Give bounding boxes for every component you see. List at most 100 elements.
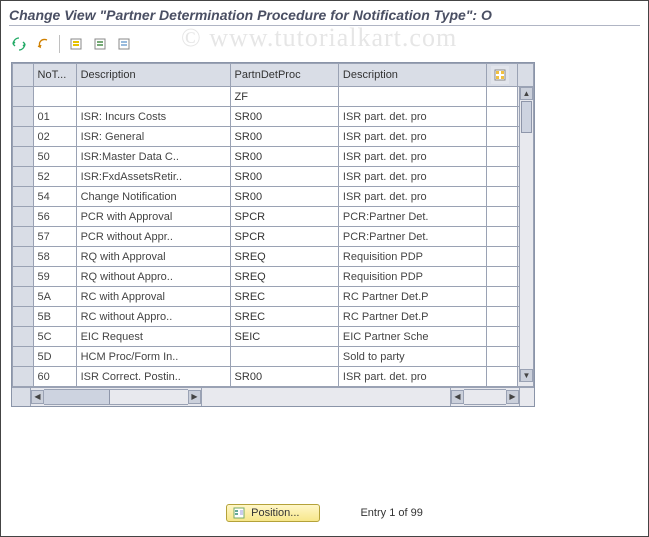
row-selector-header[interactable] bbox=[13, 64, 34, 87]
cell-desc1: RC with Approval bbox=[76, 287, 230, 307]
cell-nottype: 57 bbox=[33, 227, 76, 247]
cell-pdp[interactable]: SREC bbox=[230, 287, 338, 307]
cell-nottype: 50 bbox=[33, 147, 76, 167]
vscroll-thumb[interactable] bbox=[521, 101, 532, 133]
row-selector[interactable] bbox=[13, 327, 34, 347]
col-header-pdp[interactable]: PartnDetProc bbox=[230, 64, 338, 87]
row-selector[interactable] bbox=[13, 347, 34, 367]
row-selector[interactable] bbox=[13, 87, 34, 107]
cell-empty-cfg bbox=[487, 87, 518, 107]
row-selector[interactable] bbox=[13, 307, 34, 327]
cell-desc1: Change Notification bbox=[76, 187, 230, 207]
table-row[interactable]: 56PCR with ApprovalSPCRPCR:Partner Det. bbox=[13, 207, 534, 227]
cell-desc2: ISR part. det. pro bbox=[338, 367, 486, 387]
cell-pdp[interactable]: SREQ bbox=[230, 267, 338, 287]
table-row[interactable]: 57PCR without Appr..SPCRPCR:Partner Det. bbox=[13, 227, 534, 247]
table-row[interactable]: 5CEIC RequestSEICEIC Partner Sche bbox=[13, 327, 534, 347]
select-all-icon[interactable] bbox=[66, 34, 86, 54]
cell-nottype: 52 bbox=[33, 167, 76, 187]
hscroll-right-arrow-r[interactable]: ▶ bbox=[506, 390, 519, 404]
vertical-scrollbar[interactable]: ▲ ▼ bbox=[519, 87, 533, 382]
cell-empty-cfg bbox=[487, 127, 518, 147]
cell-pdp[interactable]: SR00 bbox=[230, 147, 338, 167]
table-row[interactable]: 58RQ with ApprovalSREQRequisition PDP bbox=[13, 247, 534, 267]
cell-empty-cfg bbox=[487, 267, 518, 287]
col-header-nottype[interactable]: NoT... bbox=[33, 64, 76, 87]
cell-pdp[interactable]: SREC bbox=[230, 307, 338, 327]
hscroll-left-track[interactable] bbox=[44, 389, 188, 405]
row-selector[interactable] bbox=[13, 247, 34, 267]
cell-nottype: 5A bbox=[33, 287, 76, 307]
cell-pdp[interactable]: SPCR bbox=[230, 207, 338, 227]
cell-desc1: RQ without Appro.. bbox=[76, 267, 230, 287]
row-selector[interactable] bbox=[13, 167, 34, 187]
cell-pdp[interactable]: SR00 bbox=[230, 107, 338, 127]
hscroll-left[interactable]: ◀ ▶ bbox=[31, 388, 202, 406]
hscroll-vsb-gap bbox=[520, 388, 534, 406]
deselect-all-icon[interactable] bbox=[114, 34, 134, 54]
hscroll-left-arrow-r[interactable]: ▶ bbox=[188, 390, 201, 404]
table-row[interactable]: 5ARC with ApprovalSRECRC Partner Det.P bbox=[13, 287, 534, 307]
cell-desc2: PCR:Partner Det. bbox=[338, 227, 486, 247]
save-icon[interactable] bbox=[90, 34, 110, 54]
hscroll-left-thumb[interactable] bbox=[44, 390, 110, 404]
vscroll-up-icon[interactable]: ▲ bbox=[520, 87, 533, 100]
hscroll-right-arrow-l[interactable]: ◀ bbox=[451, 390, 464, 404]
col-header-desc2[interactable]: Description bbox=[338, 64, 486, 87]
cell-empty-cfg bbox=[487, 227, 518, 247]
cell-pdp[interactable]: SREQ bbox=[230, 247, 338, 267]
cell-desc1: PCR with Approval bbox=[76, 207, 230, 227]
toolbar bbox=[1, 30, 648, 62]
table-row[interactable]: 60ISR Correct. Postin..SR00ISR part. det… bbox=[13, 367, 534, 387]
hscroll-left-arrow-l[interactable]: ◀ bbox=[31, 390, 44, 404]
table-row[interactable]: 50ISR:Master Data C..SR00ISR part. det. … bbox=[13, 147, 534, 167]
table-row[interactable]: 5BRC without Appro..SRECRC Partner Det.P bbox=[13, 307, 534, 327]
hscroll-right-track[interactable] bbox=[464, 389, 506, 405]
col-header-desc1[interactable]: Description bbox=[76, 64, 230, 87]
cell-nottype: 56 bbox=[33, 207, 76, 227]
cell-pdp[interactable]: SEIC bbox=[230, 327, 338, 347]
row-selector[interactable] bbox=[13, 367, 34, 387]
row-selector[interactable] bbox=[13, 147, 34, 167]
cell-pdp[interactable]: ZF bbox=[230, 87, 338, 107]
cell-nottype: 5B bbox=[33, 307, 76, 327]
vscroll-down-icon[interactable]: ▼ bbox=[520, 369, 533, 382]
table-settings-icon[interactable] bbox=[491, 66, 509, 84]
table-row[interactable]: ZF bbox=[13, 87, 534, 107]
col-header-config[interactable] bbox=[487, 64, 518, 87]
cell-empty-cfg bbox=[487, 287, 518, 307]
cell-desc1: ISR:FxdAssetsRetir.. bbox=[76, 167, 230, 187]
table-row[interactable]: 01ISR: Incurs CostsSR00ISR part. det. pr… bbox=[13, 107, 534, 127]
cell-pdp[interactable]: SPCR bbox=[230, 227, 338, 247]
row-selector[interactable] bbox=[13, 287, 34, 307]
cell-empty-cfg bbox=[487, 207, 518, 227]
cell-pdp[interactable]: SR00 bbox=[230, 167, 338, 187]
row-selector[interactable] bbox=[13, 127, 34, 147]
cell-desc2: PCR:Partner Det. bbox=[338, 207, 486, 227]
entry-counter: Entry 1 of 99 bbox=[360, 507, 422, 519]
row-selector[interactable] bbox=[13, 107, 34, 127]
table-row[interactable]: 52ISR:FxdAssetsRetir..SR00ISR part. det.… bbox=[13, 167, 534, 187]
row-selector[interactable] bbox=[13, 227, 34, 247]
hscroll-right[interactable]: ◀ ▶ bbox=[451, 388, 520, 406]
cell-nottype: 02 bbox=[33, 127, 76, 147]
cell-nottype: 01 bbox=[33, 107, 76, 127]
table-row[interactable]: 02ISR: GeneralSR00ISR part. det. pro bbox=[13, 127, 534, 147]
table-row[interactable]: 54Change NotificationSR00ISR part. det. … bbox=[13, 187, 534, 207]
cell-pdp[interactable]: SR00 bbox=[230, 127, 338, 147]
position-button[interactable]: Position... bbox=[226, 504, 320, 522]
table-row[interactable]: 5DHCM Proc/Form In..Sold to party bbox=[13, 347, 534, 367]
cell-pdp[interactable]: SR00 bbox=[230, 367, 338, 387]
row-selector[interactable] bbox=[13, 187, 34, 207]
undo-icon[interactable] bbox=[33, 34, 53, 54]
toggle-icon[interactable] bbox=[9, 34, 29, 54]
cell-pdp[interactable]: SR00 bbox=[230, 187, 338, 207]
row-selector[interactable] bbox=[13, 207, 34, 227]
cell-empty-cfg bbox=[487, 327, 518, 347]
cell-pdp[interactable] bbox=[230, 347, 338, 367]
row-selector[interactable] bbox=[13, 267, 34, 287]
cell-empty-cfg bbox=[487, 247, 518, 267]
table-row[interactable]: 59RQ without Appro..SREQRequisition PDP bbox=[13, 267, 534, 287]
cell-empty-cfg bbox=[487, 167, 518, 187]
cell-desc2: Requisition PDP bbox=[338, 267, 486, 287]
